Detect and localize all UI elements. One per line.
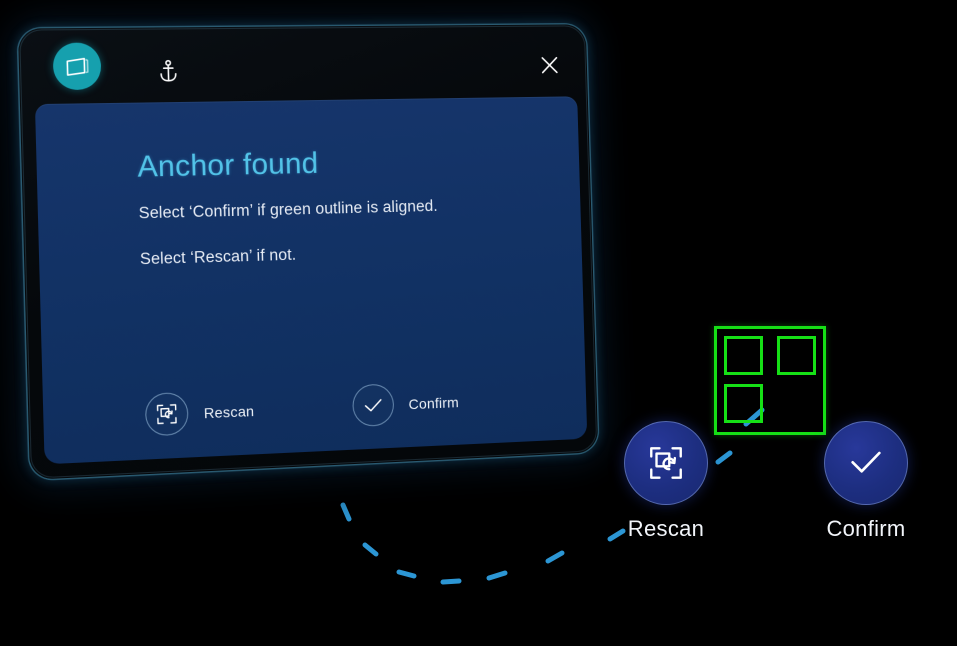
confirm-button[interactable]: Confirm xyxy=(824,421,908,542)
marker-finder-top-left xyxy=(724,336,763,375)
marker-finder-top-right xyxy=(777,336,816,375)
rescan-frame-refresh-icon xyxy=(650,447,682,479)
marker-finder-bottom-left xyxy=(724,384,763,423)
mixed-reality-scene: Anchor found Select ‘Confirm’ if green o… xyxy=(0,0,957,646)
dialog-confirm-label: Confirm xyxy=(408,393,460,412)
dialog-body-line-1: Select ‘Confirm’ if green outline is ali… xyxy=(138,197,438,223)
rescan-button-label: Rescan xyxy=(627,516,705,541)
slate-window-icon[interactable] xyxy=(52,42,102,91)
confirm-button-label: Confirm xyxy=(826,516,906,541)
dialog-rescan-label: Rescan xyxy=(203,402,255,421)
close-icon[interactable] xyxy=(532,47,566,81)
dialog-title: Anchor found xyxy=(137,147,319,184)
checkmark-icon xyxy=(851,451,881,473)
confirm-button-circle[interactable] xyxy=(824,421,908,505)
anchor-found-dialog: Anchor found Select ‘Confirm’ if green o… xyxy=(17,24,599,480)
rescan-button-circle[interactable] xyxy=(624,421,708,505)
dialog-confirm-button[interactable]: Confirm xyxy=(351,381,460,428)
dialog-rescan-button[interactable]: Rescan xyxy=(144,389,255,437)
green-anchor-outline xyxy=(714,326,826,435)
checkmark-icon xyxy=(351,383,395,428)
rescan-button[interactable]: Rescan xyxy=(624,421,708,542)
dialog-action-row: Rescan Confirm xyxy=(144,381,460,437)
dialog-titlebar xyxy=(18,24,588,104)
anchor-icon[interactable] xyxy=(152,55,184,87)
dialog-body-line-2: Select ‘Rescan’ if not. xyxy=(139,246,297,269)
dialog-content-card: Anchor found Select ‘Confirm’ if green o… xyxy=(34,96,588,465)
rescan-frame-refresh-icon xyxy=(144,391,189,437)
